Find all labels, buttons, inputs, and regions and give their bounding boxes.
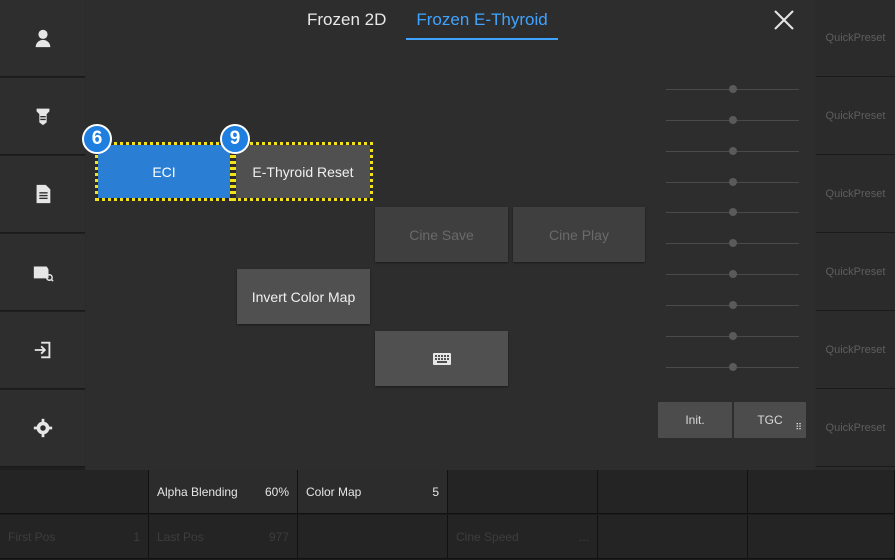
user-icon (35, 29, 50, 48)
step-badge: 6 (82, 124, 112, 154)
report-button[interactable] (0, 156, 85, 233)
exit-button[interactable] (0, 312, 85, 389)
alpha-blending-knob[interactable]: Alpha Blending 60% (149, 470, 298, 514)
probe-button[interactable] (0, 78, 85, 155)
quickpreset-button[interactable]: QuickPreset (816, 0, 895, 77)
color-map-knob[interactable]: Color Map 5 (298, 470, 448, 514)
knob-cell[interactable] (0, 470, 149, 514)
knob-value: 5 (432, 484, 439, 499)
tgc-button[interactable]: TGC ⠿ (734, 402, 806, 438)
last-pos-knob[interactable]: Last Pos 977 (149, 515, 298, 559)
quickpreset-button[interactable]: QuickPreset (816, 156, 895, 233)
knob-label: First Pos (8, 529, 56, 544)
e-thyroid-reset-button[interactable]: E-Thyroid Reset (233, 142, 373, 201)
knob-label: Color Map (306, 484, 362, 499)
tab-frozen-e-thyroid[interactable]: Frozen E-Thyroid (406, 8, 558, 40)
eci-button[interactable]: ECI (95, 142, 233, 201)
bottom-control-bar: Alpha Blending 60% Color Map 5 First Pos 1 … (0, 470, 895, 560)
cine-play-button[interactable]: Cine Play (513, 207, 645, 262)
tgc-init-button[interactable]: Init. (658, 402, 732, 438)
quickpreset-button[interactable]: QuickPreset (816, 312, 895, 389)
tgc-label: TGC (757, 413, 783, 427)
left-sidebar (0, 0, 85, 470)
step-badge: 9 (220, 124, 250, 154)
knob-cell[interactable] (598, 470, 748, 514)
cine-save-button[interactable]: Cine Save (375, 207, 508, 262)
user-button[interactable] (0, 0, 85, 77)
image-review-icon (33, 266, 54, 282)
first-pos-knob[interactable]: First Pos 1 (0, 515, 149, 559)
knob-cell[interactable] (748, 470, 895, 514)
exit-icon (34, 341, 50, 359)
close-icon[interactable] (770, 6, 798, 34)
knob-label: Last Pos (157, 529, 204, 544)
settings-icon (33, 418, 52, 438)
tab-frozen-2d[interactable]: Frozen 2D (297, 8, 396, 40)
image-review-button[interactable] (0, 234, 85, 311)
knob-value: 1 (133, 529, 140, 544)
knob-cell[interactable] (448, 470, 598, 514)
keyboard-button[interactable] (375, 331, 508, 386)
knob-label: Alpha Blending (157, 484, 238, 499)
knob-cell[interactable] (748, 515, 895, 559)
quickpreset-button[interactable]: QuickPreset (816, 390, 895, 467)
quickpreset-button[interactable]: QuickPreset (816, 78, 895, 155)
knob-label: Cine Speed (456, 529, 519, 544)
knob-value: 977 (268, 529, 289, 544)
knob-cell[interactable] (598, 515, 748, 559)
cine-speed-knob[interactable]: Cine Speed... (448, 515, 598, 559)
grid-dots-icon: ⠿ (795, 422, 802, 432)
mode-tabs: Frozen 2D Frozen E-Thyroid (297, 8, 558, 40)
knob-value: 60% (264, 484, 289, 499)
knob-cell[interactable] (298, 515, 448, 559)
probe-icon (36, 108, 49, 126)
keyboard-icon (432, 352, 451, 365)
invert-color-map-button[interactable]: Invert Color Map (237, 269, 370, 324)
quickpreset-button[interactable]: QuickPreset (816, 234, 895, 311)
settings-button[interactable] (0, 390, 85, 467)
knob-value: ... (578, 529, 589, 544)
report-icon (36, 184, 50, 204)
